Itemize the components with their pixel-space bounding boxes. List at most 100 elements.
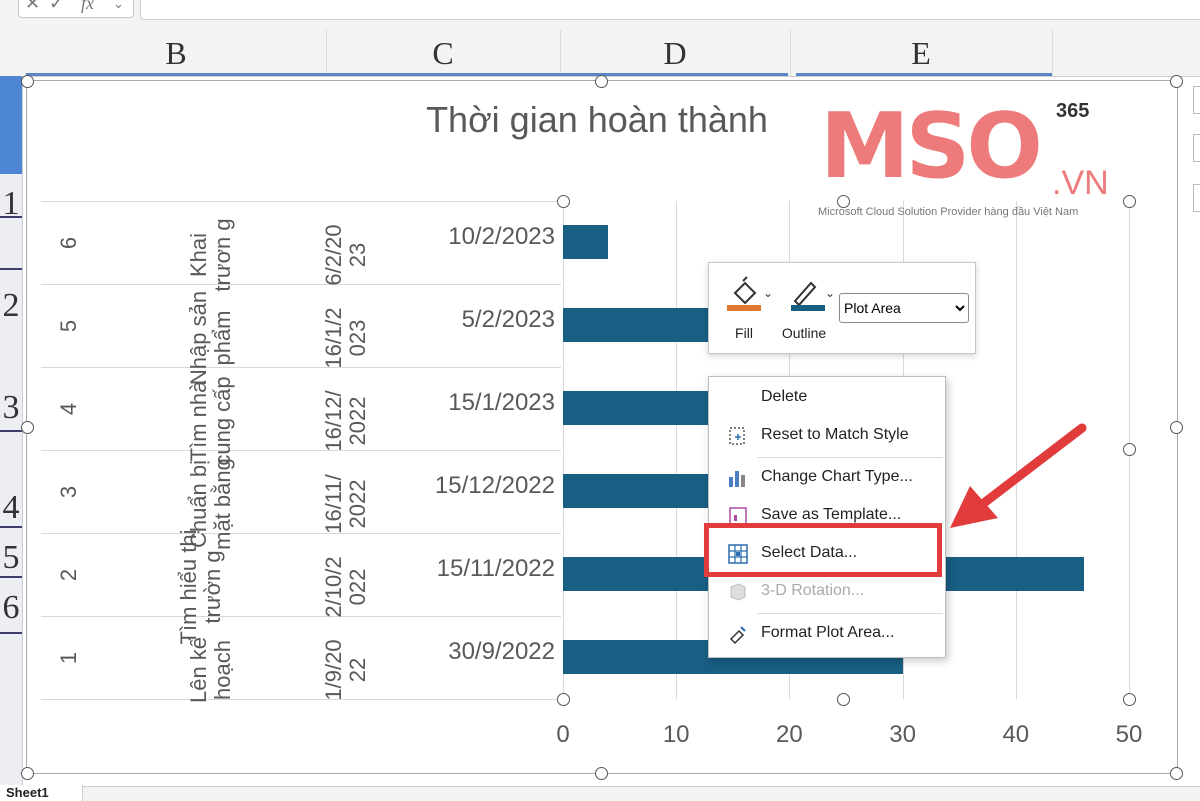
menu-item-label: Save as Template... — [761, 506, 902, 523]
row-header-5[interactable]: 5 — [0, 538, 22, 578]
plot-resize-handle[interactable] — [1123, 693, 1136, 706]
resize-handle[interactable] — [595, 75, 608, 88]
category-axis-line — [563, 201, 564, 699]
resize-handle[interactable] — [21, 75, 34, 88]
x-tick-label: 40 — [1002, 721, 1030, 748]
chart-elements-icon[interactable] — [1193, 86, 1200, 114]
column-selection-line — [26, 73, 788, 76]
column-header-b[interactable]: B — [26, 30, 327, 76]
task-label: Tìm nhà cung cấp — [186, 376, 235, 466]
chart-type-icon — [729, 471, 745, 487]
context-menu: Delete Reset to Match Style Change Chart… — [708, 376, 946, 658]
mso-logo: MSO 365 .VN Microsoft Cloud Solution Pro… — [790, 94, 1120, 220]
pen-icon: ⌄ — [791, 281, 835, 311]
svg-text:⌄: ⌄ — [763, 286, 773, 300]
menu-item-change-chart-type[interactable]: Change Chart Type... — [709, 459, 945, 497]
resize-handle[interactable] — [21, 421, 34, 434]
menu-item-label: 3-D Rotation... — [761, 582, 865, 599]
end-date-label: 10/2/2023 — [448, 223, 555, 250]
fill-button[interactable]: ⌄ Fill — [713, 271, 775, 345]
outline-label: Outline — [781, 325, 827, 341]
row-divider — [0, 268, 22, 270]
row-index: 4 — [56, 402, 81, 416]
plot-resize-handle[interactable] — [1123, 195, 1136, 208]
row-divider — [0, 430, 22, 432]
fx-label[interactable]: fx — [81, 0, 94, 14]
menu-item-reset-style[interactable]: Reset to Match Style — [709, 417, 945, 455]
column-header-e[interactable]: E — [790, 30, 1053, 76]
formula-buttons: ✕ ✓ fx ⌄ — [18, 0, 134, 18]
row-header-2[interactable]: 2 — [0, 286, 22, 326]
column-header-d[interactable]: D — [560, 30, 791, 76]
row-header-3[interactable]: 3 — [0, 388, 22, 428]
task-label: Lên kế hoạch — [186, 636, 235, 704]
chart-title[interactable]: Thời gian hoàn thành — [397, 99, 797, 141]
x-tick-label: 20 — [776, 721, 803, 748]
x-tick-label: 0 — [556, 721, 570, 748]
resize-handle[interactable] — [21, 767, 34, 780]
svg-text:⌄: ⌄ — [825, 286, 835, 300]
menu-item-label: Reset to Match Style — [761, 426, 909, 443]
formula-input[interactable] — [140, 0, 1200, 20]
menu-item-3d-rotation: 3-D Rotation... — [709, 573, 945, 611]
logo-brand: MSO — [820, 94, 1043, 199]
gridline — [676, 201, 678, 699]
menu-item-label: Delete — [761, 388, 808, 405]
resize-handle[interactable] — [595, 767, 608, 780]
cancel-icon[interactable]: ✕ — [25, 0, 40, 14]
confirm-icon[interactable]: ✓ — [49, 0, 64, 14]
end-date-label: 15/11/2022 — [436, 555, 555, 582]
category-row: 6 Khai trươn g 6/2/20 23 10/2/2023 — [41, 201, 561, 292]
outline-button[interactable]: ⌄ Outline — [773, 271, 835, 345]
sheet-tab-bar: Sheet1 — [0, 785, 1200, 801]
category-row: 3 Chuẩn bị mặt bằng 16/11/ 2022 15/12/20… — [41, 450, 561, 550]
logo-tagline: Microsoft Cloud Solution Provider hàng đ… — [818, 206, 1079, 218]
resize-handle[interactable] — [1170, 767, 1183, 780]
row-index: 6 — [56, 236, 81, 250]
column-header-c[interactable]: C — [326, 30, 561, 76]
resize-handle[interactable] — [1170, 75, 1183, 88]
row-index: 5 — [56, 319, 81, 333]
menu-item-format-plot-area[interactable]: Format Plot Area... — [709, 615, 945, 653]
chart-filters-icon[interactable] — [1193, 184, 1200, 212]
category-row: 5 Nhập sản phẩm 16/1/2 023 5/2/2023 — [41, 284, 561, 386]
menu-separator — [757, 613, 943, 614]
row-divider — [0, 632, 22, 634]
x-tick-label: 10 — [662, 721, 690, 748]
task-label: Khai trươn g — [186, 218, 235, 292]
rotation-icon — [730, 583, 746, 601]
logo-superscript: 365 — [1056, 100, 1090, 122]
row-separator — [41, 699, 561, 700]
bar-6[interactable] — [563, 225, 609, 259]
chart-element-select[interactable]: Plot Area — [839, 293, 969, 323]
format-plot-icon — [729, 626, 746, 645]
x-tick-label: 50 — [1115, 721, 1143, 748]
menu-item-label: Change Chart Type... — [761, 468, 913, 485]
chevron-down-icon[interactable]: ⌄ — [113, 0, 124, 12]
plot-resize-handle[interactable] — [557, 195, 570, 208]
reset-style-icon — [729, 427, 745, 445]
end-date-label: 15/1/2023 — [448, 389, 555, 416]
plot-resize-handle[interactable] — [837, 693, 850, 706]
row-index: 2 — [56, 568, 81, 582]
sheet-tab[interactable]: Sheet1 — [0, 785, 83, 801]
highlight-box — [704, 523, 942, 577]
row-headers: 1 2 3 4 5 6 — [0, 76, 23, 800]
x-tick-label: 30 — [889, 721, 916, 748]
logo-domain: .VN — [1052, 164, 1109, 202]
annotation-arrow-icon — [950, 423, 1087, 528]
fill-label: Fill — [735, 325, 753, 341]
row-header-4[interactable]: 4 — [0, 488, 22, 528]
chart-styles-icon[interactable] — [1193, 134, 1200, 162]
menu-item-delete[interactable]: Delete — [709, 379, 945, 417]
plot-resize-handle[interactable] — [1123, 443, 1136, 456]
row-index: 1 — [56, 651, 81, 665]
resize-handle[interactable] — [1170, 421, 1183, 434]
menu-separator — [757, 457, 943, 458]
row-header-6[interactable]: 6 — [0, 588, 22, 628]
task-label: Nhập sản phẩm — [186, 290, 235, 386]
plot-resize-handle[interactable] — [557, 693, 570, 706]
category-row: 2 Tìm hiểu thị trườn g 2/10/2 022 15/11/… — [41, 529, 561, 645]
task-label: Tìm hiểu thị trườn g — [176, 529, 225, 645]
row-header-1[interactable]: 1 — [0, 184, 22, 224]
